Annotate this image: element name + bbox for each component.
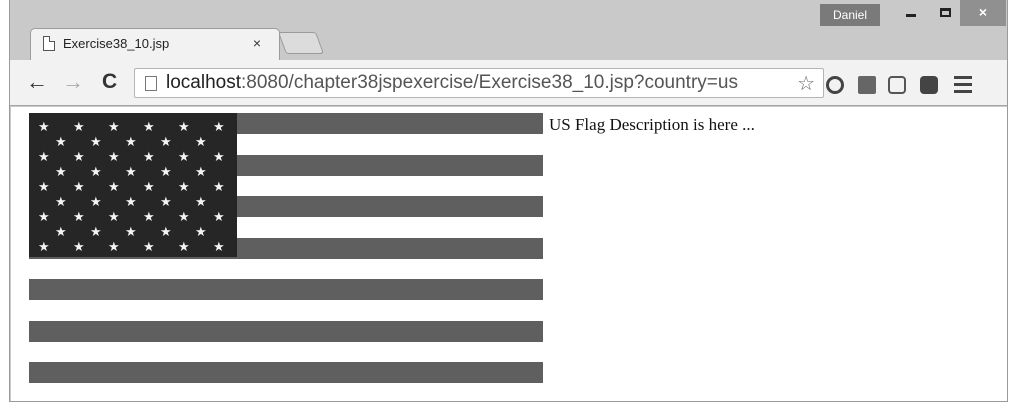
flag-star: ★ [178, 119, 190, 134]
flag-star: ★ [108, 209, 120, 224]
flag-star: ★ [178, 239, 190, 254]
flag-star: ★ [195, 224, 207, 239]
flag-star: ★ [73, 119, 85, 134]
flag-star: ★ [55, 164, 67, 179]
opera-extension-icon[interactable] [826, 76, 844, 94]
flag-star: ★ [73, 179, 85, 194]
flag-star: ★ [195, 164, 207, 179]
flag-star: ★ [160, 134, 172, 149]
flag-star: ★ [73, 239, 85, 254]
browser-window: Exercise38_10.jsp × Daniel × ← → C local… [9, 0, 1008, 402]
menu-bar [954, 76, 972, 79]
reload-button[interactable]: C [102, 70, 117, 94]
url-text[interactable]: localhost:8080/chapter38jspexercise/Exer… [166, 72, 738, 94]
flag-star: ★ [108, 119, 120, 134]
bookmark-star-icon[interactable]: ☆ [797, 71, 815, 96]
flag-star: ★ [108, 179, 120, 194]
flag-star: ★ [55, 224, 67, 239]
profile-button[interactable]: Daniel [820, 4, 880, 26]
flag-star: ★ [38, 149, 50, 164]
close-button[interactable]: × [960, 0, 1006, 26]
flag-star: ★ [73, 209, 85, 224]
flag-star: ★ [143, 239, 155, 254]
back-button[interactable]: ← [26, 70, 48, 94]
flag-description: US Flag Description is here ... [549, 115, 755, 134]
flag-star: ★ [213, 209, 225, 224]
menu-bar [954, 83, 972, 86]
flag-star: ★ [143, 179, 155, 194]
flag-star: ★ [90, 134, 102, 149]
page-icon [43, 36, 55, 51]
extension-icon[interactable] [920, 76, 938, 94]
flag-star: ★ [195, 134, 207, 149]
menu-bar [954, 90, 972, 93]
url-path: :8080/chapter38jspexercise/Exercise38_10… [241, 72, 738, 93]
flag-canton: ★ ★ ★ ★ ★ ★ ★ ★ ★ ★ ★ ★ ★ ★ ★ ★ ★ ★ ★ ★ ★ ★ ★ ★ ★ ★ ★ ★ ★ ★ ★ ★ ★ ★ ★ ★ ★ ★ ★ ★… [29, 113, 237, 257]
flag-stripe [29, 279, 543, 300]
tab-title: Exercise38_10.jsp [63, 36, 170, 51]
flag-star: ★ [125, 194, 137, 209]
flag-stripe [29, 321, 543, 342]
extension-icon[interactable] [858, 76, 876, 94]
page-icon [145, 76, 157, 91]
url-host: localhost [166, 72, 241, 93]
flag-star: ★ [160, 224, 172, 239]
minimize-button[interactable] [894, 0, 928, 26]
flag-star: ★ [90, 164, 102, 179]
maximize-button[interactable] [928, 0, 962, 26]
us-flag-image: ★ ★ ★ ★ ★ ★ ★ ★ ★ ★ ★ ★ ★ ★ ★ ★ ★ ★ ★ ★ ★ ★ ★ ★ ★ ★ ★ ★ ★ ★ ★ ★ ★ ★ ★ ★ ★ ★ ★ ★… [29, 113, 543, 383]
flag-star: ★ [213, 149, 225, 164]
flag-stripe [29, 362, 543, 383]
flag-star: ★ [143, 149, 155, 164]
flag-star: ★ [160, 194, 172, 209]
flag-star: ★ [38, 119, 50, 134]
page-content: ★ ★ ★ ★ ★ ★ ★ ★ ★ ★ ★ ★ ★ ★ ★ ★ ★ ★ ★ ★ ★ ★ ★ ★ ★ ★ ★ ★ ★ ★ ★ ★ ★ ★ ★ ★ ★ ★ ★ ★… [11, 107, 1007, 401]
flag-star: ★ [38, 209, 50, 224]
flag-star: ★ [55, 194, 67, 209]
flag-star: ★ [125, 224, 137, 239]
title-bar: Exercise38_10.jsp × Daniel × [10, 0, 1007, 60]
flag-star: ★ [38, 239, 50, 254]
flag-star: ★ [213, 239, 225, 254]
flag-star: ★ [73, 149, 85, 164]
flag-star: ★ [143, 209, 155, 224]
address-bar[interactable]: localhost:8080/chapter38jspexercise/Exer… [134, 68, 824, 98]
flag-star: ★ [108, 149, 120, 164]
new-tab-button[interactable] [277, 32, 325, 54]
flag-star: ★ [125, 164, 137, 179]
tab-exercise[interactable]: Exercise38_10.jsp × [30, 28, 280, 60]
flag-star: ★ [143, 119, 155, 134]
flag-star: ★ [38, 179, 50, 194]
maximize-icon [939, 8, 951, 17]
flag-star: ★ [178, 149, 190, 164]
flag-star: ★ [108, 239, 120, 254]
flag-star: ★ [178, 209, 190, 224]
flag-star: ★ [213, 119, 225, 134]
minimize-icon [906, 14, 916, 17]
toolbar: ← → C localhost:8080/chapter38jspexercis… [10, 60, 1007, 106]
flag-star: ★ [125, 134, 137, 149]
flag-star: ★ [195, 194, 207, 209]
forward-button[interactable]: → [62, 70, 84, 94]
menu-button[interactable] [954, 76, 972, 97]
flag-star: ★ [90, 224, 102, 239]
flag-star: ★ [160, 164, 172, 179]
flag-star: ★ [55, 134, 67, 149]
flag-star: ★ [178, 179, 190, 194]
flag-star: ★ [213, 179, 225, 194]
tab-close-icon[interactable]: × [253, 35, 261, 51]
flag-star: ★ [90, 194, 102, 209]
cube-extension-icon[interactable] [888, 76, 906, 94]
